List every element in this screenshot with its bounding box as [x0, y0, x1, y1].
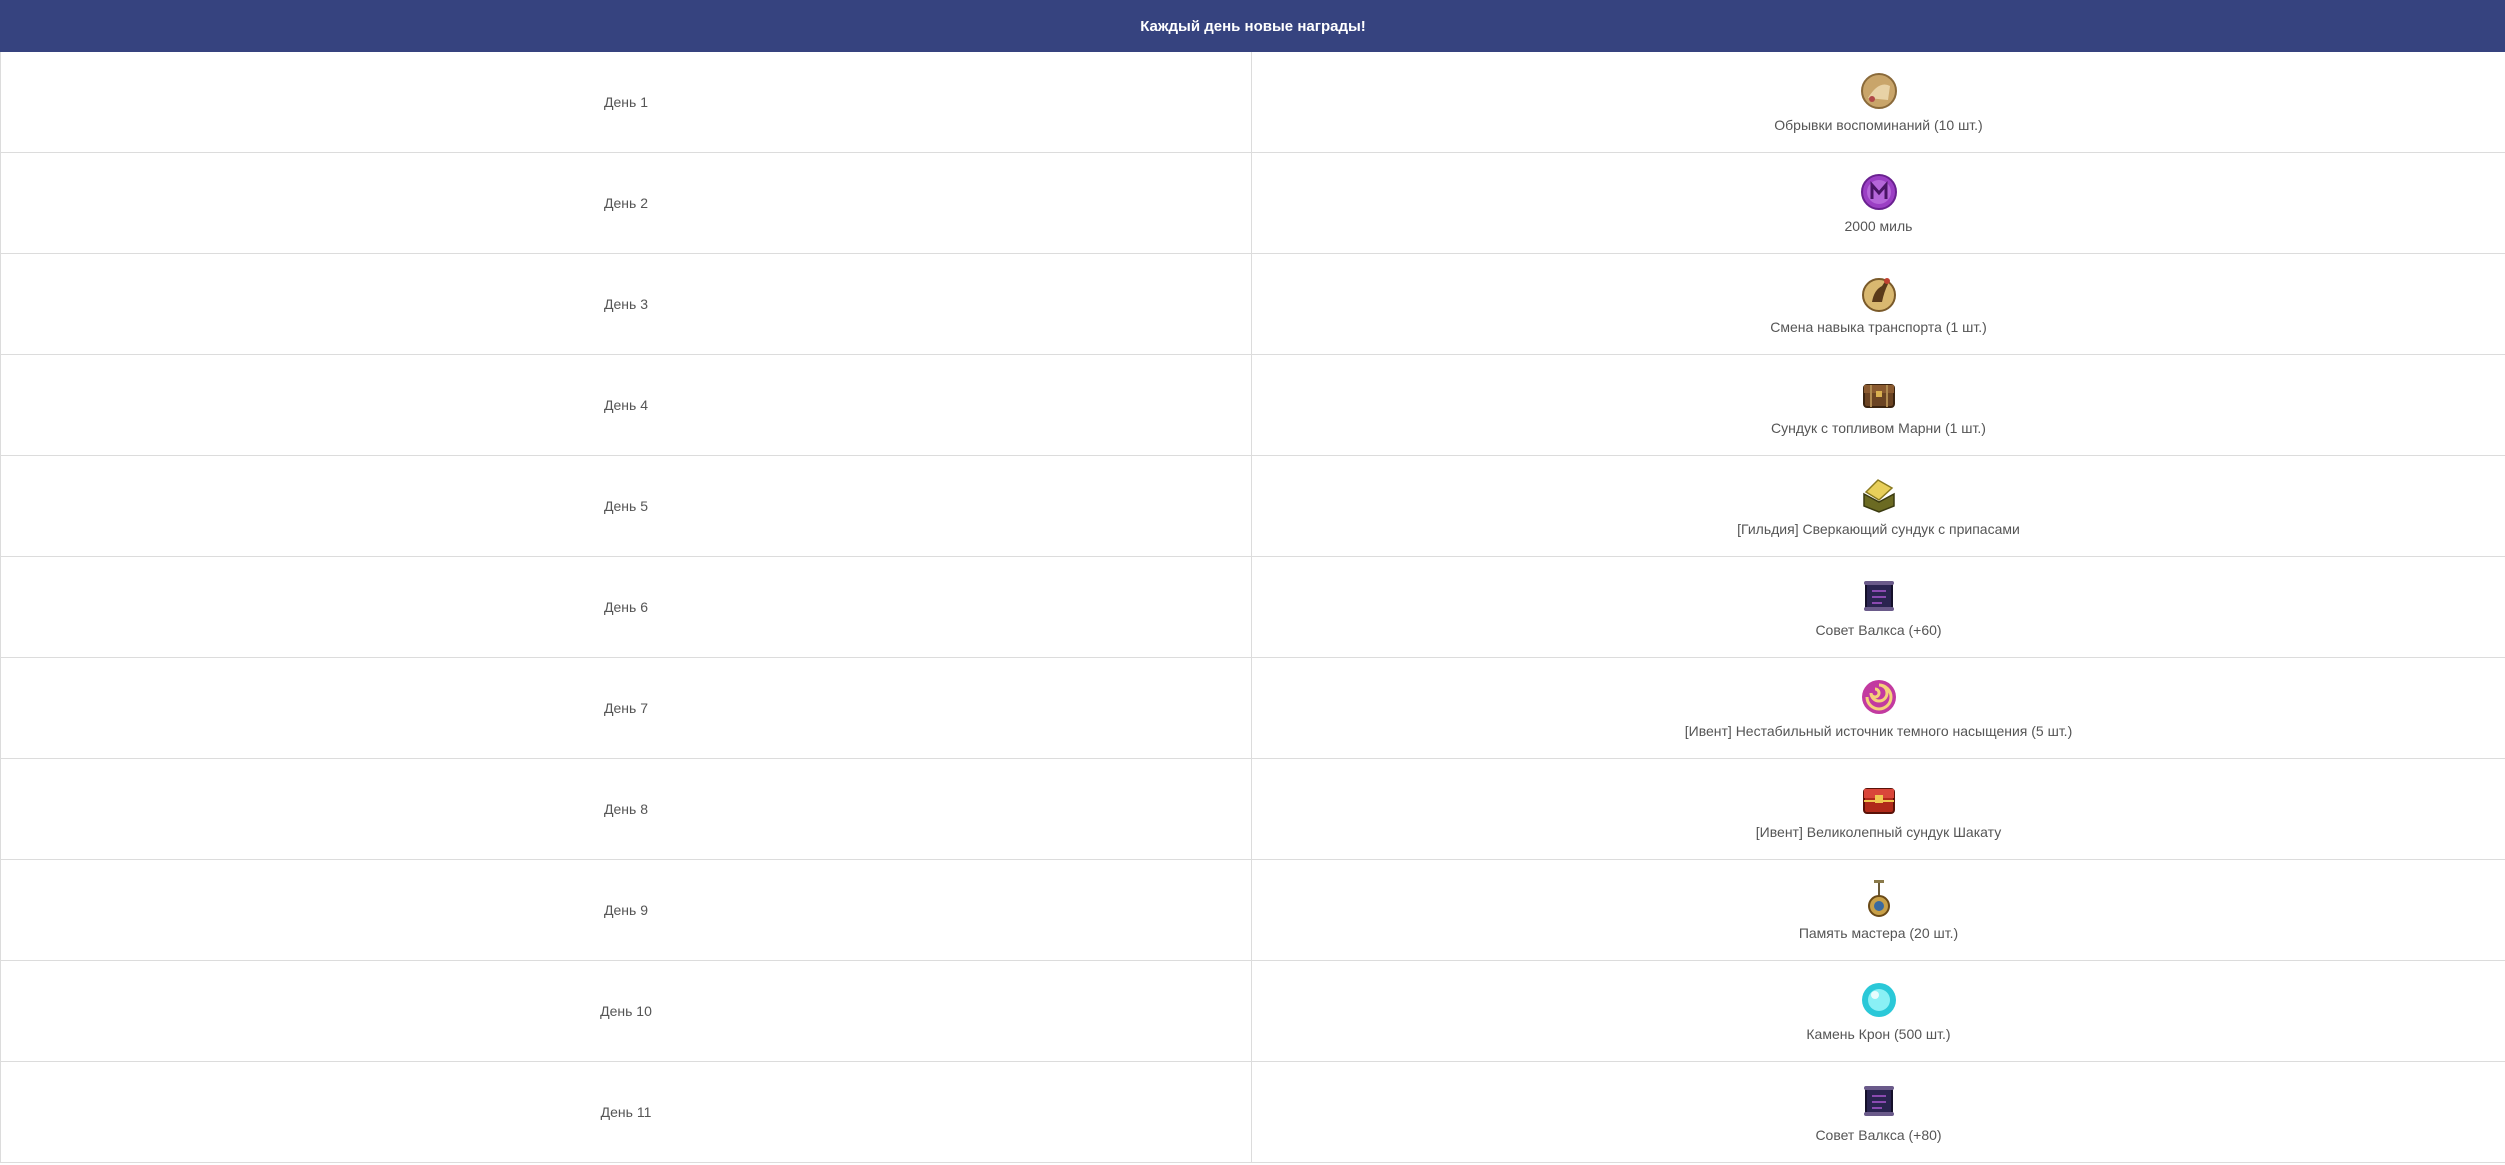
reward-item: Смена навыка транспорта (1 шт.) [1252, 272, 2505, 336]
table-body: День 1 Обрывки воспоминаний (10 шт.) День … [0, 51, 2505, 1163]
reward-label: Смена навыка транспорта (1 шт.) [1770, 319, 1987, 335]
table-row: День 8 [Ивент] Великолепный сундук Шакату [0, 758, 2505, 860]
reward-cell: Совет Валкса (+60) [1251, 556, 2505, 658]
reward-item: 2000 миль [1252, 171, 2505, 235]
reward-item: [Ивент] Нестабильный источник темного на… [1252, 676, 2505, 740]
table-title: Каждый день новые награды! [0, 0, 2505, 52]
valks-scroll-icon [1858, 1080, 1900, 1122]
reward-cell: Сундук с топливом Марни (1 шт.) [1251, 354, 2505, 456]
day-label: День 3 [0, 253, 1252, 355]
reward-item: Совет Валкса (+60) [1252, 575, 2505, 639]
reward-cell: [Гильдия] Сверкающий сундук с припасами [1251, 455, 2505, 557]
reward-cell: 2000 миль [1251, 152, 2505, 254]
table-row: День 11 Совет Валкса (+80) [0, 1061, 2505, 1163]
fuel-chest-icon [1858, 373, 1900, 415]
table-row: День 6 Совет Валкса (+60) [0, 556, 2505, 658]
cron-stone-icon [1858, 979, 1900, 1021]
day-label: День 7 [0, 657, 1252, 759]
reward-item: Сундук с топливом Марни (1 шт.) [1252, 373, 2505, 437]
day-label: День 9 [0, 859, 1252, 961]
reward-label: Камень Крон (500 шт.) [1806, 1026, 1951, 1042]
reward-cell: Обрывки воспоминаний (10 шт.) [1251, 51, 2505, 153]
table-row: День 4 Сундук с топливом Марни (1 шт.) [0, 354, 2505, 456]
reward-label: Обрывки воспоминаний (10 шт.) [1774, 117, 1983, 133]
reward-item: Камень Крон (500 шт.) [1252, 979, 2505, 1043]
reward-cell: Совет Валкса (+80) [1251, 1061, 2505, 1163]
reward-label: 2000 миль [1844, 218, 1913, 234]
reward-label: Совет Валкса (+60) [1815, 622, 1942, 638]
day-label: День 10 [0, 960, 1252, 1062]
day-label: День 11 [0, 1061, 1252, 1163]
valks-scroll-icon [1858, 575, 1900, 617]
day-label: День 2 [0, 152, 1252, 254]
memory-scraps-icon [1858, 70, 1900, 112]
reward-item: Память мастера (20 шт.) [1252, 878, 2505, 942]
reward-label: [Гильдия] Сверкающий сундук с припасами [1737, 521, 2020, 537]
reward-label: Сундук с топливом Марни (1 шт.) [1771, 420, 1986, 436]
reward-cell: [Ивент] Великолепный сундук Шакату [1251, 758, 2505, 860]
table-row: День 7 [Ивент] Нестабильный источник темн… [0, 657, 2505, 759]
reward-item: [Ивент] Великолепный сундук Шакату [1252, 777, 2505, 841]
table-row: День 9 Память мастера (20 шт.) [0, 859, 2505, 961]
reward-item: [Гильдия] Сверкающий сундук с припасами [1252, 474, 2505, 538]
table-row: День 5 [Гильдия] Сверкающий сундук с прип… [0, 455, 2505, 557]
table-row: День 10 Камень Крон (500 шт.) [0, 960, 2505, 1062]
table-header-row: Каждый день новые награды! [0, 0, 2505, 52]
day-label: День 8 [0, 758, 1252, 860]
miles-coin-icon [1858, 171, 1900, 213]
dark-vortex-icon [1858, 676, 1900, 718]
master-memory-pendant-icon [1858, 878, 1900, 920]
day-label: День 6 [0, 556, 1252, 658]
reward-label: [Ивент] Великолепный сундук Шакату [1755, 824, 2002, 840]
day-label: День 5 [0, 455, 1252, 557]
mount-skill-change-icon [1858, 272, 1900, 314]
reward-label: [Ивент] Нестабильный источник темного на… [1684, 723, 2073, 739]
day-label: День 1 [0, 51, 1252, 153]
table-row: День 1 Обрывки воспоминаний (10 шт.) [0, 51, 2505, 153]
reward-item: Совет Валкса (+80) [1252, 1080, 2505, 1144]
reward-item: Обрывки воспоминаний (10 шт.) [1252, 70, 2505, 134]
shakatu-chest-icon [1858, 777, 1900, 819]
guild-supply-chest-icon [1858, 474, 1900, 516]
reward-cell: [Ивент] Нестабильный источник темного на… [1251, 657, 2505, 759]
reward-cell: Память мастера (20 шт.) [1251, 859, 2505, 961]
reward-label: Память мастера (20 шт.) [1798, 925, 1959, 941]
table-row: День 2 2000 миль [0, 152, 2505, 254]
reward-label: Совет Валкса (+80) [1815, 1127, 1942, 1143]
table-row: День 3 Смена навыка транспорта (1 шт.) [0, 253, 2505, 355]
reward-cell: Смена навыка транспорта (1 шт.) [1251, 253, 2505, 355]
day-label: День 4 [0, 354, 1252, 456]
daily-rewards-table: Каждый день новые награды! День 1 Обрывки… [0, 0, 2505, 1163]
reward-cell: Камень Крон (500 шт.) [1251, 960, 2505, 1062]
